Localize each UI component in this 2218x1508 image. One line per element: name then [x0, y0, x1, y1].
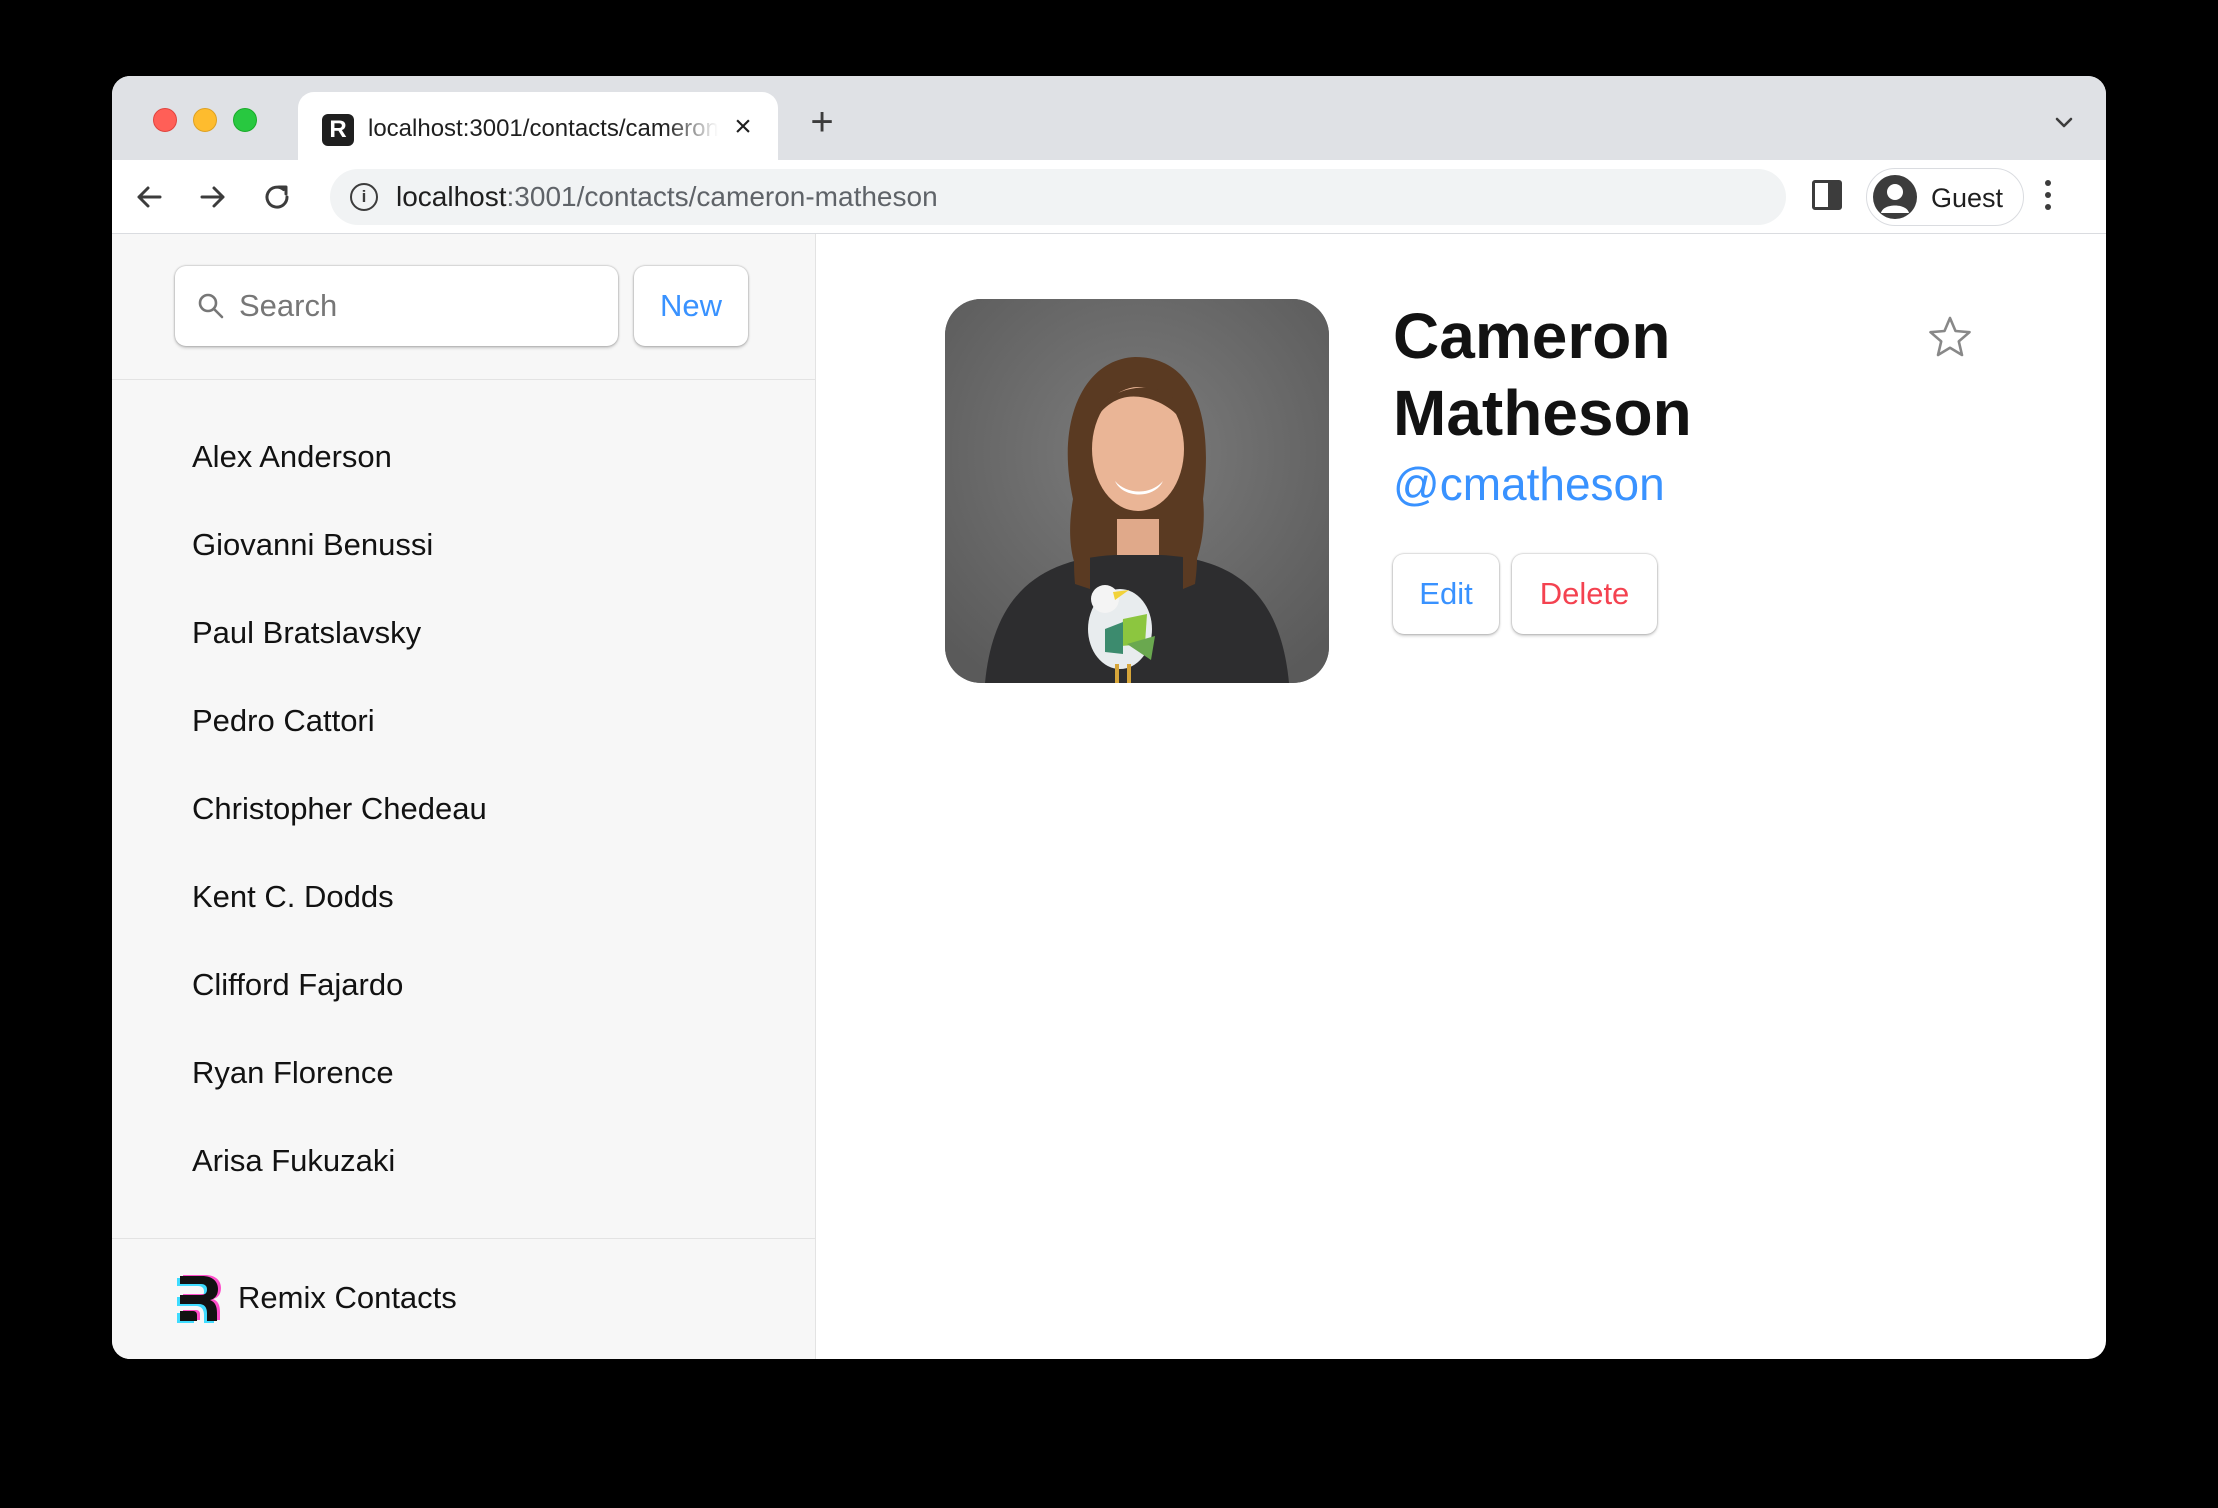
delete-button[interactable]: Delete [1512, 554, 1657, 634]
contact-handle-link[interactable]: @cmatheson [1393, 456, 1665, 512]
sidebar-footer: Remix Contacts [112, 1238, 815, 1359]
side-panel-icon[interactable] [1812, 180, 1842, 210]
contact-list-item-name: Pedro Cattori [192, 702, 375, 738]
contact-list-item[interactable]: Christopher Chedeau [112, 770, 815, 858]
contact-name: Cameron Matheson [1393, 298, 1813, 452]
contact-list-item-name: Ryan Florence [192, 1054, 394, 1090]
remix-logo-icon [177, 1275, 221, 1323]
contact-list-item[interactable]: Paul Bratslavsky [112, 594, 815, 682]
profile-button[interactable]: Guest [1866, 168, 2024, 226]
contact-list-item[interactable]: Alex Anderson [112, 418, 815, 506]
contact-list-item-name: Clifford Fajardo [192, 966, 404, 1002]
forward-arrow-icon[interactable] [194, 178, 232, 216]
url-host: localhost [396, 181, 507, 212]
search-input[interactable] [239, 266, 599, 346]
remix-favicon-icon: R [322, 114, 354, 146]
search-icon [198, 293, 224, 319]
contact-last-name: Matheson [1393, 377, 1692, 449]
sidebar: New Alex Anderson Giovanni Benussi Paul Br… [112, 234, 816, 1359]
contact-list-item-name: Arisa Fukuzaki [192, 1142, 396, 1178]
url-path: :3001/contacts/cameron-matheson [506, 181, 938, 212]
contact-list-item[interactable]: Giovanni Benussi [112, 506, 815, 594]
contact-list: Alex Anderson Giovanni Benussi Paul Bratsl… [112, 380, 815, 1210]
remix-contacts-app: New Alex Anderson Giovanni Benussi Paul Br… [112, 234, 2106, 1359]
contact-list-item-name: Giovanni Benussi [192, 526, 434, 562]
address-url: localhost:3001/contacts/cameron-matheson [396, 181, 938, 213]
app-title: Remix Contacts [238, 1280, 457, 1315]
contact-list-item-name: Alex Anderson [192, 438, 392, 474]
search-box[interactable] [175, 266, 618, 346]
zoom-window-button[interactable] [233, 108, 257, 132]
contact-detail: Cameron Matheson @cmatheson Edit Delete [817, 234, 2106, 1359]
profile-avatar-icon [1873, 175, 1917, 219]
contact-list-item[interactable]: Clifford Fajardo [112, 946, 815, 1034]
contact-list-item[interactable]: Pedro Cattori [112, 682, 815, 770]
search-row: New [112, 234, 815, 380]
minimize-window-button[interactable] [193, 108, 217, 132]
contact-list-item-name: Paul Bratslavsky [192, 614, 422, 650]
chevron-down-icon[interactable] [2052, 110, 2076, 134]
browser-menu-icon[interactable] [2044, 180, 2052, 212]
contact-list-item[interactable]: Ryan Florence [112, 1034, 815, 1122]
browser-toolbar: i localhost:3001/contacts/cameron-mathes… [112, 160, 2106, 234]
edit-button[interactable]: Edit [1393, 554, 1499, 634]
tab-strip: R localhost:3001/contacts/cameron-mathes… [112, 76, 2106, 160]
profile-label: Guest [1931, 183, 2004, 213]
contact-list-item-name: Kent C. Dodds [192, 878, 394, 914]
browser-tab[interactable]: R localhost:3001/contacts/cameron-mathes… [298, 92, 778, 160]
close-tab-icon[interactable]: × [726, 110, 760, 144]
new-contact-button[interactable]: New [634, 266, 748, 346]
back-arrow-icon[interactable] [130, 178, 168, 216]
close-window-button[interactable] [153, 108, 177, 132]
tab-title: localhost:3001/contacts/cameron-matheson [368, 115, 718, 142]
browser-window: R localhost:3001/contacts/cameron-mathes… [112, 76, 2106, 1359]
contact-list-item[interactable]: Arisa Fukuzaki [112, 1122, 815, 1210]
contact-list-item[interactable]: Kent C. Dodds [112, 858, 815, 946]
contact-list-item-name: Christopher Chedeau [192, 790, 487, 826]
favorite-star-icon[interactable] [1925, 312, 1975, 362]
site-info-icon[interactable]: i [350, 183, 378, 211]
contact-avatar [945, 299, 1329, 683]
new-tab-icon[interactable]: + [802, 102, 842, 144]
reload-icon[interactable] [258, 178, 296, 216]
address-bar[interactable]: i localhost:3001/contacts/cameron-mathes… [330, 169, 1786, 225]
contact-first-name: Cameron [1393, 300, 1671, 372]
